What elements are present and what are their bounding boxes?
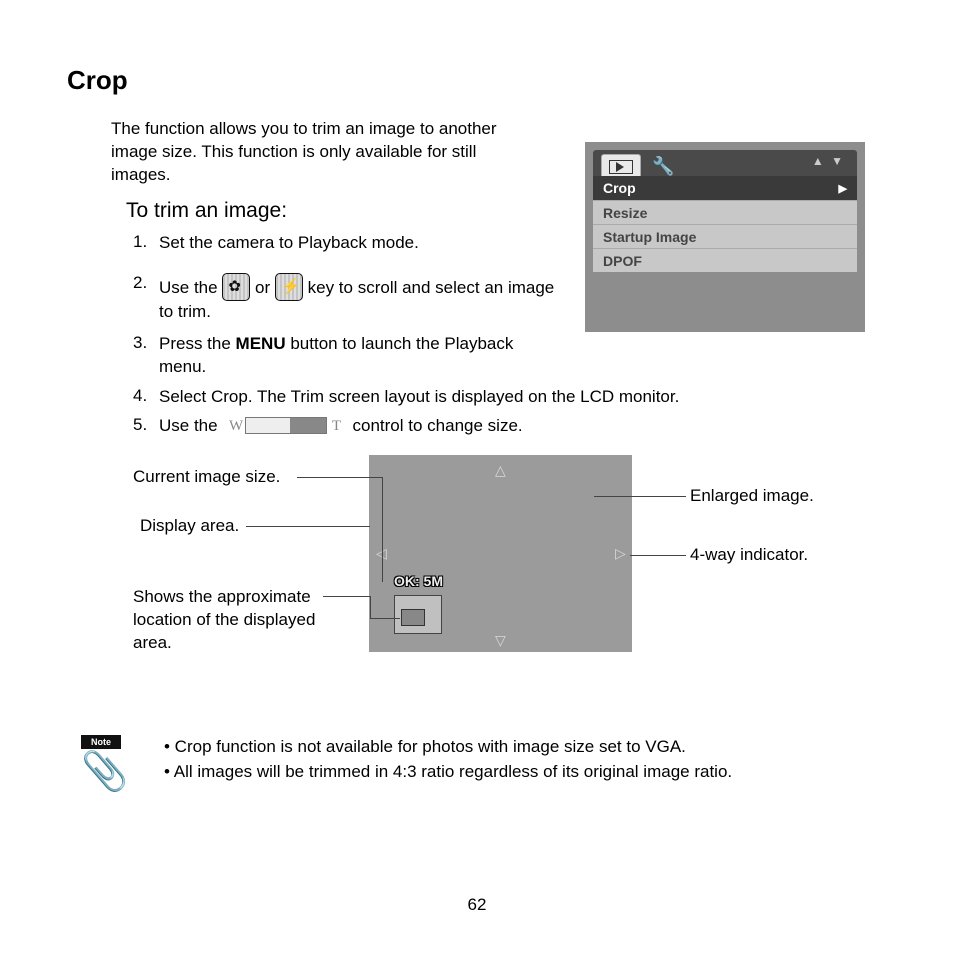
menu-item-startup-image: Startup Image (593, 224, 857, 248)
step-2-mid: or (255, 278, 275, 297)
step-2-pre: Use the (159, 278, 222, 297)
chevron-right-icon: ▶ (839, 182, 847, 195)
note-label: Note (81, 735, 121, 749)
play-triangle-icon (616, 162, 624, 172)
step-3-bold: MENU (236, 334, 286, 353)
ok-size-label: OK: 5M (394, 573, 443, 589)
step-5-post: control to change size. (353, 416, 523, 435)
up-arrow-icon: △ (495, 462, 506, 479)
menu-item-resize-label: Resize (603, 205, 647, 221)
menu-item-list: Crop ▶ Resize Startup Image DPOF (593, 176, 857, 272)
minimap-viewport (401, 609, 425, 626)
menu-item-dpof-label: DPOF (603, 253, 642, 269)
callout-current-size: Current image size. (133, 467, 280, 487)
note-bullet-2: • All images will be trimmed in 4:3 rati… (164, 762, 732, 782)
step-5-text: Use the control to change size. (159, 415, 879, 438)
intro-paragraph: The function allows you to trim an image… (111, 118, 521, 187)
wrench-icon: 🔧 (652, 156, 674, 177)
flower-key-icon (222, 273, 250, 301)
menu-item-resize: Resize (593, 200, 857, 224)
step-2-number: 2. (133, 273, 147, 293)
step-1-number: 1. (133, 232, 147, 252)
menu-item-crop: Crop ▶ (593, 176, 857, 200)
callout-4way-indicator: 4-way indicator. (690, 545, 808, 565)
step-3-pre: Press the (159, 334, 236, 353)
menu-item-startup-image-label: Startup Image (603, 229, 696, 245)
page-number: 62 (0, 895, 954, 915)
callout-display-area: Display area. (140, 516, 239, 536)
step-3-number: 3. (133, 333, 147, 353)
bolt-key-icon (275, 273, 303, 301)
section-subtitle: To trim an image: (126, 199, 287, 223)
step-5-pre: Use the (159, 416, 222, 435)
step-3-text: Press the MENU button to launch the Play… (159, 333, 559, 379)
scroll-up-down-icon: ▲ ▼ (812, 154, 845, 168)
zoom-wt-control-icon (245, 417, 327, 434)
down-arrow-icon: ▽ (495, 632, 506, 649)
right-arrow-icon: ▷ (615, 545, 626, 562)
step-4-text: Select Crop. The Trim screen layout is d… (159, 386, 879, 409)
paperclip-icon: 📎 (81, 750, 128, 794)
page-title: Crop (67, 65, 128, 96)
callout-enlarged-image: Enlarged image. (690, 486, 814, 506)
step-1-text: Set the camera to Playback mode. (159, 232, 539, 255)
step-4-number: 4. (133, 386, 147, 406)
step-5-number: 5. (133, 415, 147, 435)
note-bullet-1: • Crop function is not available for pho… (164, 737, 686, 757)
step-2-text: Use the or key to scroll and select an i… (159, 273, 559, 324)
menu-item-dpof: DPOF (593, 248, 857, 272)
menu-item-crop-label: Crop (603, 180, 636, 196)
